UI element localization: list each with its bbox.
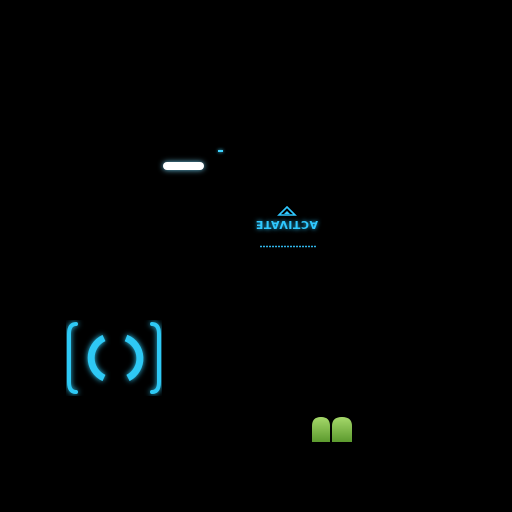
activate-prompt[interactable]: ACTIVATE — [255, 206, 318, 252]
green-pickup-icon[interactable] — [310, 416, 354, 442]
caption-line-icon — [260, 245, 316, 248]
reload-reticle-icon — [67, 322, 161, 394]
hud-marker-dot — [218, 150, 223, 152]
game-viewport: ACTIVATE — [0, 0, 512, 512]
activate-caption — [260, 242, 316, 250]
hud-status-bar — [163, 162, 204, 170]
activate-label: ACTIVATE — [255, 218, 318, 231]
triangle-up-icon — [277, 206, 297, 216]
